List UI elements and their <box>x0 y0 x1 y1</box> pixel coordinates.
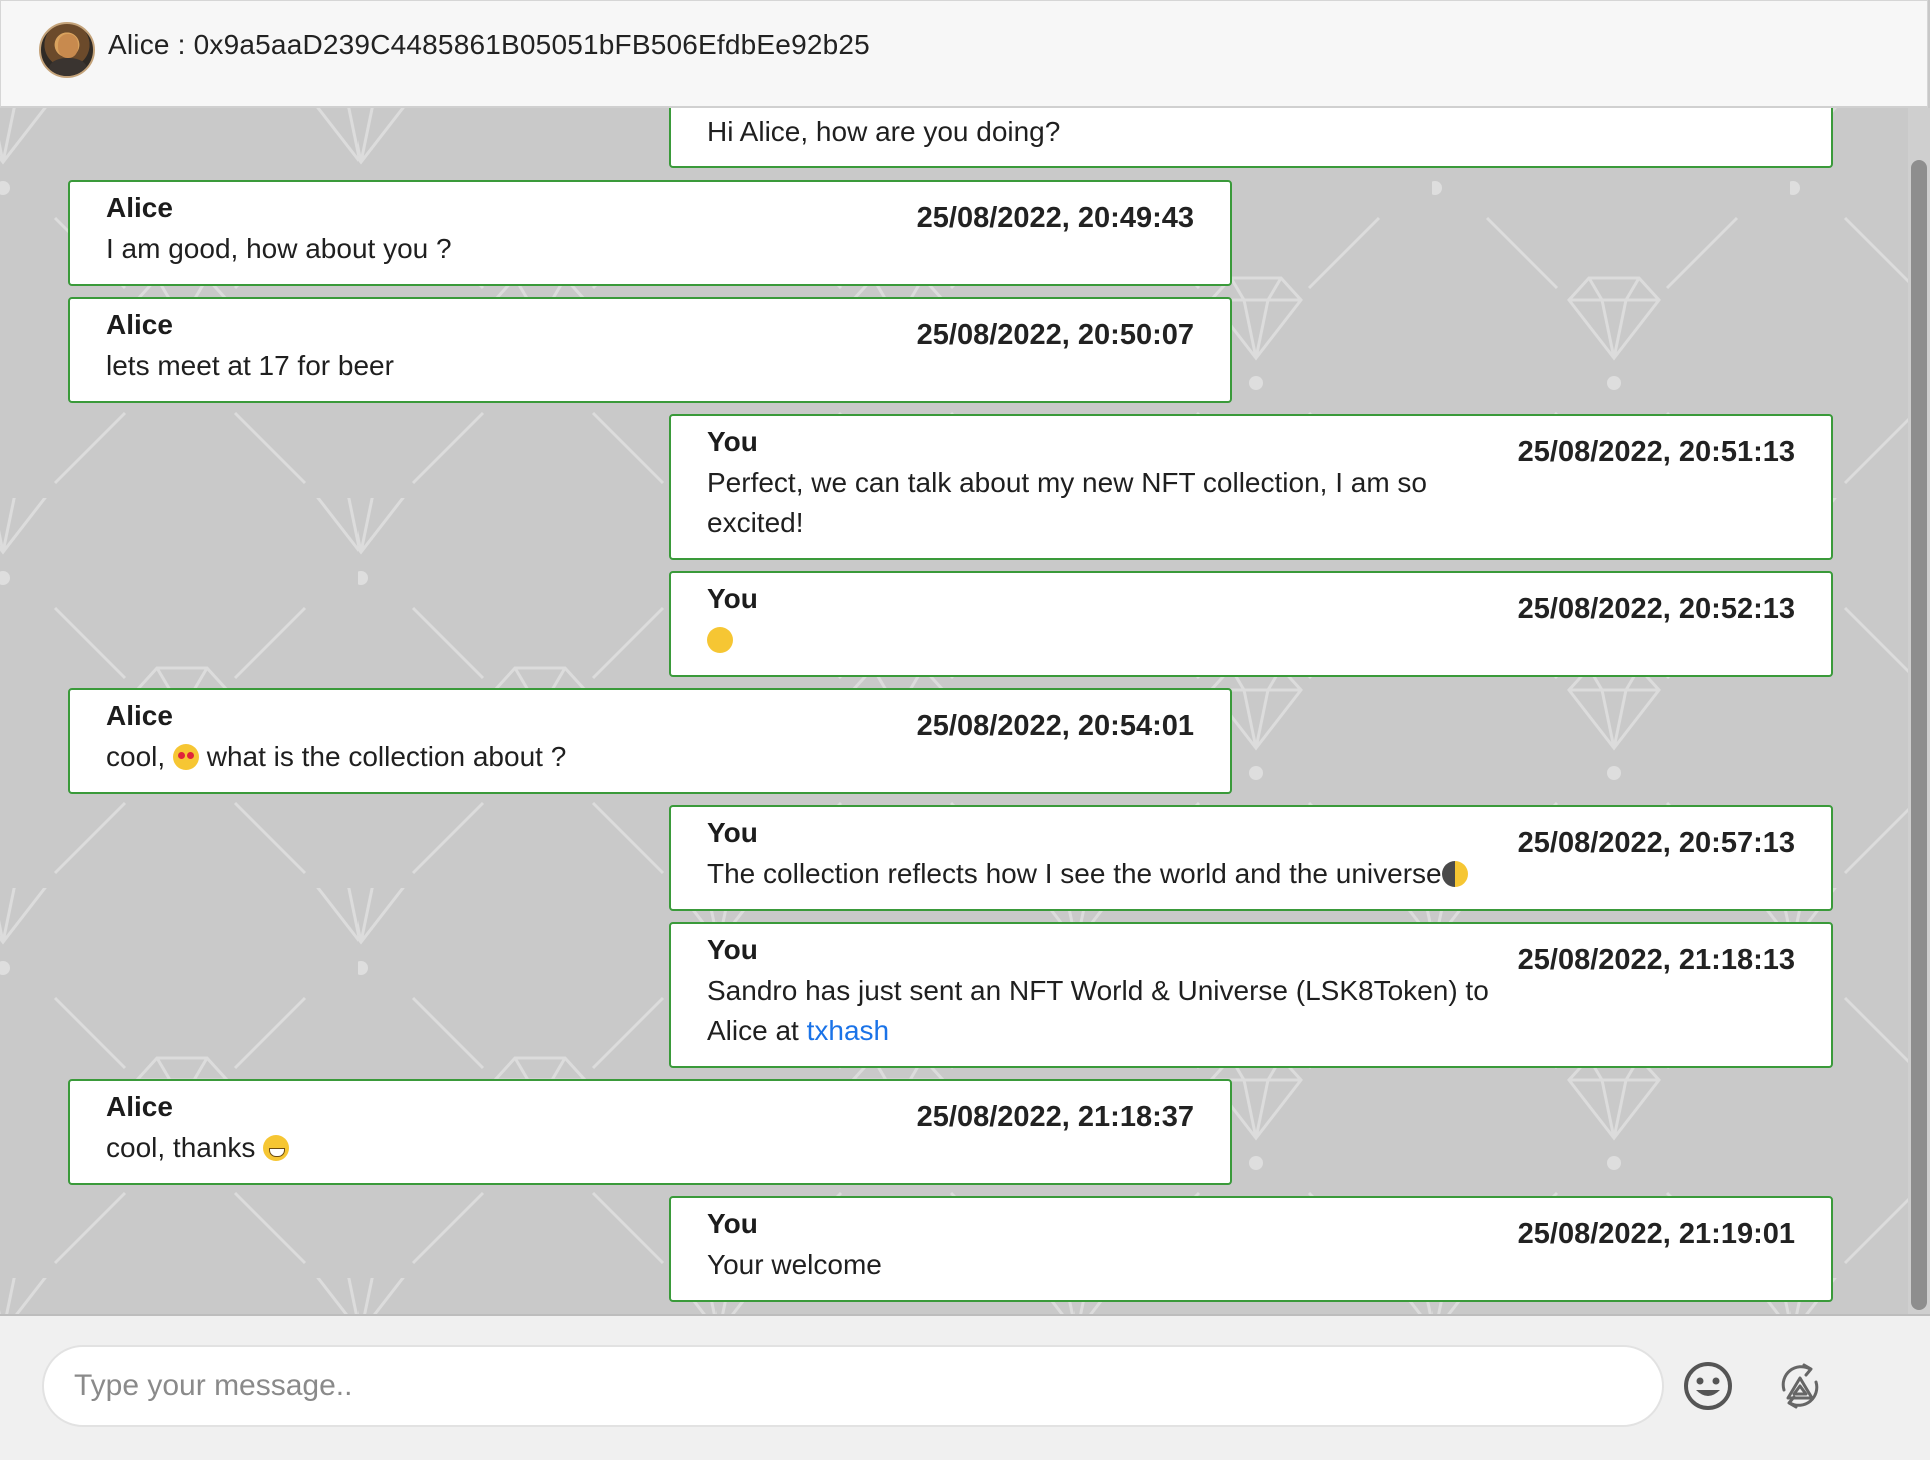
avatar[interactable] <box>39 22 95 78</box>
moon-icon <box>1441 861 1468 887</box>
message-sender: Alice <box>106 192 173 223</box>
message-input[interactable] <box>42 1345 1664 1427</box>
message-timestamp: 25/08/2022, 20:57:13 <box>1517 827 1795 859</box>
message-text-part: cool, thanks <box>106 1132 264 1163</box>
partying-face-icon <box>707 627 733 653</box>
message-list[interactable]: Hi Alice, how are you doing? Alice 25/08… <box>0 108 1930 1314</box>
message-text: Hi Alice, how are you doing? <box>707 116 1061 147</box>
message-bubble-incoming: Alice 25/08/2022, 20:54:01 cool, what is… <box>68 688 1232 794</box>
smiley-icon[interactable] <box>1682 1360 1734 1412</box>
message-timestamp: 25/08/2022, 21:18:37 <box>916 1101 1194 1133</box>
scrollbar-thumb[interactable] <box>1911 160 1927 1310</box>
message-bubble-incoming: Alice 25/08/2022, 21:18:37 cool, thanks <box>68 1079 1232 1185</box>
message-text: Sandro has just sent an NFT World & Univ… <box>707 971 1527 1051</box>
message-bubble-outgoing: You 25/08/2022, 20:52:13 <box>669 571 1833 677</box>
message-sender: You <box>707 426 758 457</box>
message-text: cool, what is the collection about ? <box>106 737 906 777</box>
message-sender: Alice <box>106 700 173 731</box>
message-sender: You <box>707 1208 758 1239</box>
message-bubble-outgoing: Hi Alice, how are you doing? <box>669 108 1833 168</box>
message-text-part: The collection reflects how I see the wo… <box>707 858 1442 889</box>
message-composer <box>0 1314 1930 1460</box>
message-text: Perfect, we can talk about my new NFT co… <box>707 463 1507 543</box>
message-timestamp: 25/08/2022, 21:19:01 <box>1517 1218 1795 1250</box>
message-text-line: Perfect, we can talk about my new NFT co… <box>707 467 1428 498</box>
message-timestamp: 25/08/2022, 20:49:43 <box>916 202 1194 234</box>
message-text-line: Alice at <box>707 1015 807 1046</box>
message-text <box>707 620 1507 660</box>
message-text-line: excited! <box>707 507 804 538</box>
message-text: Your welcome <box>707 1249 882 1280</box>
chat-header: Alice : 0x9a5aaD239C4485861B05051bFB506E… <box>0 0 1928 108</box>
message-sender: You <box>707 817 758 848</box>
heart-eyes-icon <box>172 744 199 770</box>
message-bubble-incoming: Alice 25/08/2022, 20:49:43 I am good, ho… <box>68 180 1232 286</box>
txhash-link[interactable]: txhash <box>807 1015 890 1046</box>
message-sender: Alice <box>106 309 173 340</box>
message-sender: You <box>707 583 758 614</box>
message-bubble-outgoing: You 25/08/2022, 20:51:13 Perfect, we can… <box>669 414 1833 560</box>
contact-title: Alice : 0x9a5aaD239C4485861B05051bFB506E… <box>108 29 870 60</box>
message-timestamp: 25/08/2022, 20:51:13 <box>1517 436 1795 468</box>
message-bubble-incoming: Alice 25/08/2022, 20:50:07 lets meet at … <box>68 297 1232 403</box>
chat-app: Alice : 0x9a5aaD239C4485861B05051bFB506E… <box>0 0 1930 1460</box>
message-text: lets meet at 17 for beer <box>106 350 394 381</box>
message-bubble-outgoing: You 25/08/2022, 20:57:13 The collection … <box>669 805 1833 911</box>
message-bubble-outgoing: You 25/08/2022, 21:19:01 Your welcome <box>669 1196 1833 1302</box>
message-text: cool, thanks <box>106 1128 906 1168</box>
message-timestamp: 25/08/2022, 21:18:13 <box>1517 944 1795 976</box>
message-sender: Alice <box>106 1091 173 1122</box>
message-bubble-outgoing: You 25/08/2022, 21:18:13 Sandro has just… <box>669 922 1833 1068</box>
message-text-part: cool, <box>106 741 173 772</box>
message-text-line: Sandro has just sent an NFT World & Univ… <box>707 975 1489 1006</box>
message-text: I am good, how about you ? <box>106 233 452 264</box>
message-sender: You <box>707 934 758 965</box>
message-timestamp: 25/08/2022, 20:50:07 <box>916 319 1194 351</box>
grinning-face-icon <box>263 1135 290 1161</box>
message-text-part: what is the collection about ? <box>198 741 567 772</box>
nft-transfer-icon[interactable] <box>1774 1360 1826 1412</box>
message-timestamp: 25/08/2022, 20:52:13 <box>1517 593 1795 625</box>
message-text: The collection reflects how I see the wo… <box>707 854 1527 894</box>
message-timestamp: 25/08/2022, 20:54:01 <box>916 710 1194 742</box>
